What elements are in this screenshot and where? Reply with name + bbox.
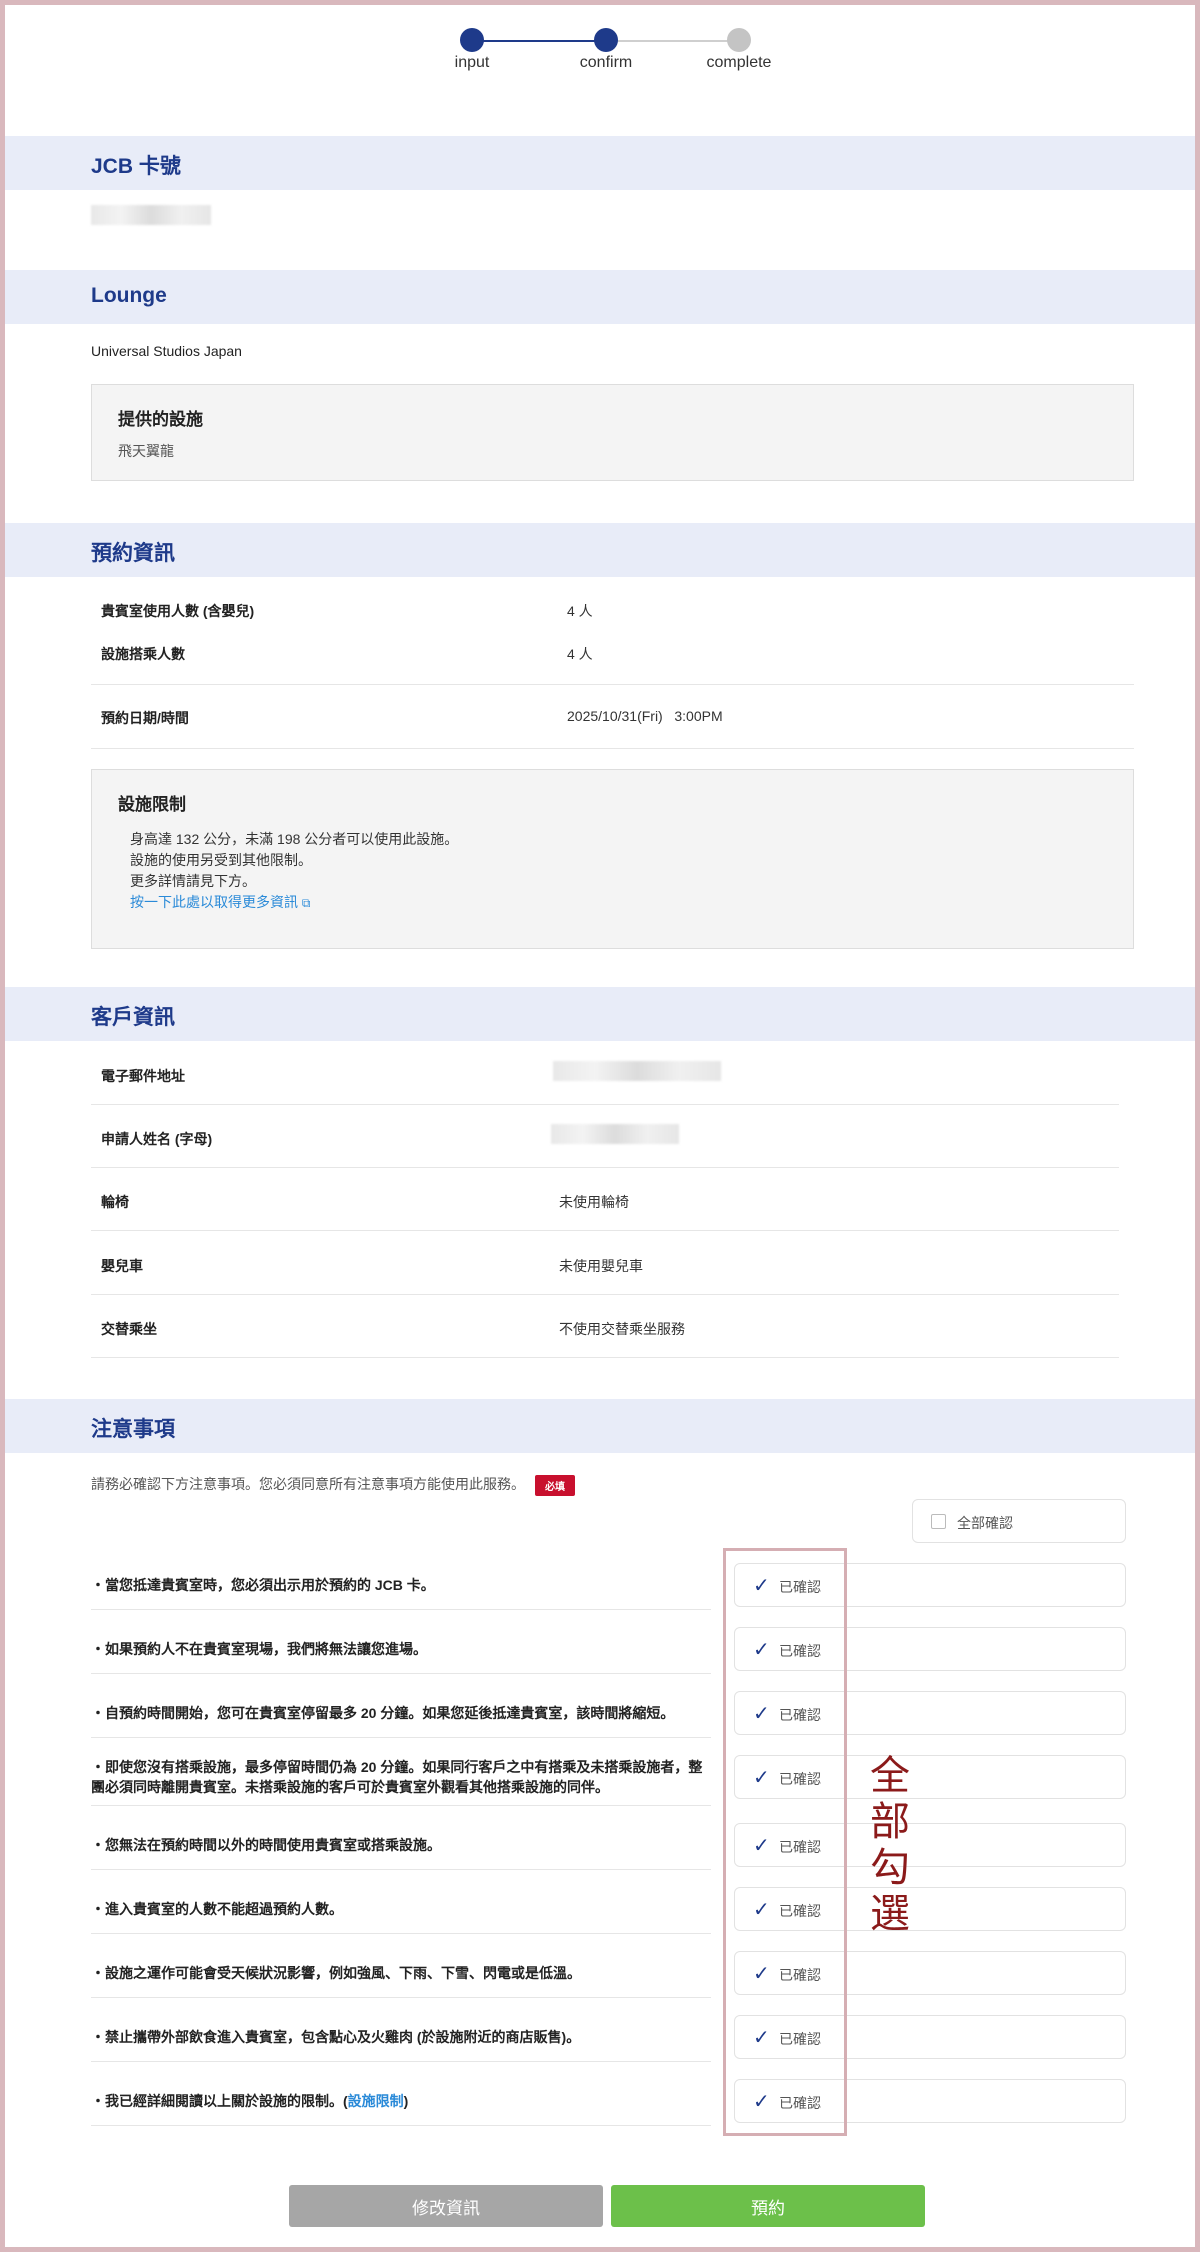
annotation-text: 全 部 勾 選: [865, 1753, 915, 1937]
applicant-name-redacted: [551, 1124, 679, 1144]
notice-item: ・進入貴賓室的人數不能超過預約人數。: [91, 1901, 343, 1917]
step-label-input: input: [454, 54, 490, 71]
annotation-char: 選: [870, 1891, 910, 1937]
divider: [91, 1294, 1119, 1295]
required-badge: 必填: [535, 1474, 575, 1496]
ride-guests-label: 設施搭乘人數: [101, 646, 185, 662]
step-dot-confirm: [594, 28, 618, 52]
notice-item: ・當您抵達貴賓室時，您必須出示用於預約的 JCB 卡。: [91, 1577, 435, 1593]
wheelchair-label: 輪椅: [101, 1194, 129, 1210]
limit-line-2: 設施的使用另受到其他限制。: [130, 852, 312, 868]
step-dot-complete: [727, 28, 751, 52]
reservation-section-title: 預約資訊: [91, 542, 175, 565]
divider: [91, 1737, 711, 1738]
facility-title: 提供的設施: [118, 410, 203, 429]
notice-item-last: ・我已經詳細閱讀以上關於設施的限制。(設施限制): [91, 2091, 711, 2111]
divider: [91, 1933, 711, 1934]
step-dot-input: [460, 28, 484, 52]
annotation-char: 全: [870, 1753, 910, 1799]
annotation-char: 勾: [870, 1845, 910, 1891]
limit-line-1: 身高達 132 公分，未滿 198 公分者可以使用此設施。: [130, 831, 459, 847]
page: input confirm complete JCB 卡號 Lounge Uni…: [5, 5, 1195, 2247]
rider-switch-value: 不使用交替乘坐服務: [559, 1321, 685, 1337]
step-connector-done: [477, 40, 611, 42]
stroller-value: 未使用嬰兒車: [559, 1258, 643, 1274]
notice-item: ・您無法在預約時間以外的時間使用貴賓室或搭乘設施。: [91, 1837, 441, 1853]
notes-section-header: 注意事項: [5, 1399, 1195, 1453]
notes-intro: 請務必確認下方注意事項。您必須同意所有注意事項方能使用此服務。 必填: [91, 1474, 575, 1496]
reserve-button[interactable]: 預約: [611, 2185, 925, 2227]
facility-box: 提供的設施 飛天翼龍: [91, 384, 1134, 481]
reservation-datetime-value: 2025/10/31(Fri) 3:00PM: [567, 708, 723, 724]
divider: [91, 1609, 711, 1610]
divider: [91, 1357, 1119, 1358]
modify-button[interactable]: 修改資訊: [289, 2185, 603, 2227]
notes-section-title: 注意事項: [91, 1418, 175, 1441]
more-info-link[interactable]: 按一下此處以取得更多資訊 ⧉: [130, 892, 310, 912]
step-connector-pending: [611, 40, 745, 42]
divider: [91, 684, 1134, 685]
step-label-complete: complete: [706, 54, 772, 71]
divider: [91, 1869, 711, 1870]
stroller-label: 嬰兒車: [101, 1258, 143, 1274]
email-label: 電子郵件地址: [101, 1068, 185, 1084]
divider: [91, 1997, 711, 1998]
notice-last-suffix: ): [403, 2093, 409, 2109]
lounge-section-header: Lounge: [5, 270, 1195, 324]
divider: [91, 2125, 711, 2126]
facility-limit-title: 設施限制: [118, 795, 186, 814]
facility-limit-link[interactable]: 設施限制: [348, 2093, 404, 2109]
limit-line-3: 更多詳情請見下方。: [130, 873, 256, 889]
lounge-section-title: Lounge: [91, 284, 167, 307]
step-label-confirm: confirm: [579, 54, 633, 71]
card-section-header: JCB 卡號: [5, 136, 1195, 190]
annotation-char: 部: [870, 1799, 910, 1845]
confirm-all-checkbox[interactable]: 全部確認: [912, 1499, 1126, 1543]
reservation-datetime-label: 預約日期/時間: [101, 710, 189, 726]
empty-checkbox-icon[interactable]: [931, 1514, 946, 1529]
divider: [91, 1167, 1119, 1168]
customer-section-header: 客戶資訊: [5, 987, 1195, 1041]
lounge-guests-value: 4 人: [567, 603, 593, 619]
card-section-title: JCB 卡號: [91, 155, 181, 178]
applicant-name-label: 申請人姓名 (字母): [101, 1131, 213, 1147]
notice-item: ・即使您沒有搭乘設施，最多停留時間仍為 20 分鐘。如果同行客戶之中有搭乘及未搭…: [91, 1759, 703, 1795]
divider: [91, 1805, 711, 1806]
divider: [91, 1104, 1119, 1105]
divider: [91, 1673, 711, 1674]
rider-switch-label: 交替乘坐: [101, 1321, 157, 1337]
more-info-link-text[interactable]: 按一下此處以取得更多資訊: [130, 894, 298, 910]
notice-item: ・設施之運作可能會受天候狀況影響，例如強風、下雨、下雪、閃電或是低溫。: [91, 1965, 581, 1981]
divider: [91, 748, 1134, 749]
notice-item: ・如果預約人不在貴賓室現場，我們將無法讓您進場。: [91, 1641, 427, 1657]
progress-stepper: input confirm complete: [5, 28, 1195, 78]
notice-last-prefix: ・我已經詳細閱讀以上關於設施的限制。(: [91, 2093, 348, 2109]
divider: [91, 2061, 711, 2062]
facility-name: 飛天翼龍: [118, 443, 174, 459]
customer-section-title: 客戶資訊: [91, 1006, 175, 1029]
lounge-guests-label: 貴賓室使用人數 (含嬰兒): [101, 603, 255, 619]
confirm-all-label: 全部確認: [957, 1515, 1013, 1531]
annotation-highlight-box: [723, 1548, 847, 2136]
reservation-section-header: 預約資訊: [5, 523, 1195, 577]
notice-item: ・自預約時間開始，您可在貴賓室停留最多 20 分鐘。如果您延後抵達貴賓室，該時間…: [91, 1705, 675, 1721]
wheelchair-value: 未使用輪椅: [559, 1194, 629, 1210]
email-value-redacted: [553, 1061, 721, 1081]
external-link-icon: ⧉: [301, 896, 311, 910]
notes-intro-text: 請務必確認下方注意事項。您必須同意所有注意事項方能使用此服務。: [91, 1476, 525, 1492]
notice-item: ・禁止攜帶外部飲食進入貴賓室，包含點心及火雞肉 (於設施附近的商店販售)。: [91, 2029, 581, 2045]
lounge-name: Universal Studios Japan: [91, 343, 242, 359]
divider: [91, 1230, 1119, 1231]
card-number-redacted: [91, 205, 211, 225]
facility-limit-box: 設施限制 身高達 132 公分，未滿 198 公分者可以使用此設施。 設施的使用…: [91, 769, 1134, 949]
ride-guests-value: 4 人: [567, 646, 593, 662]
